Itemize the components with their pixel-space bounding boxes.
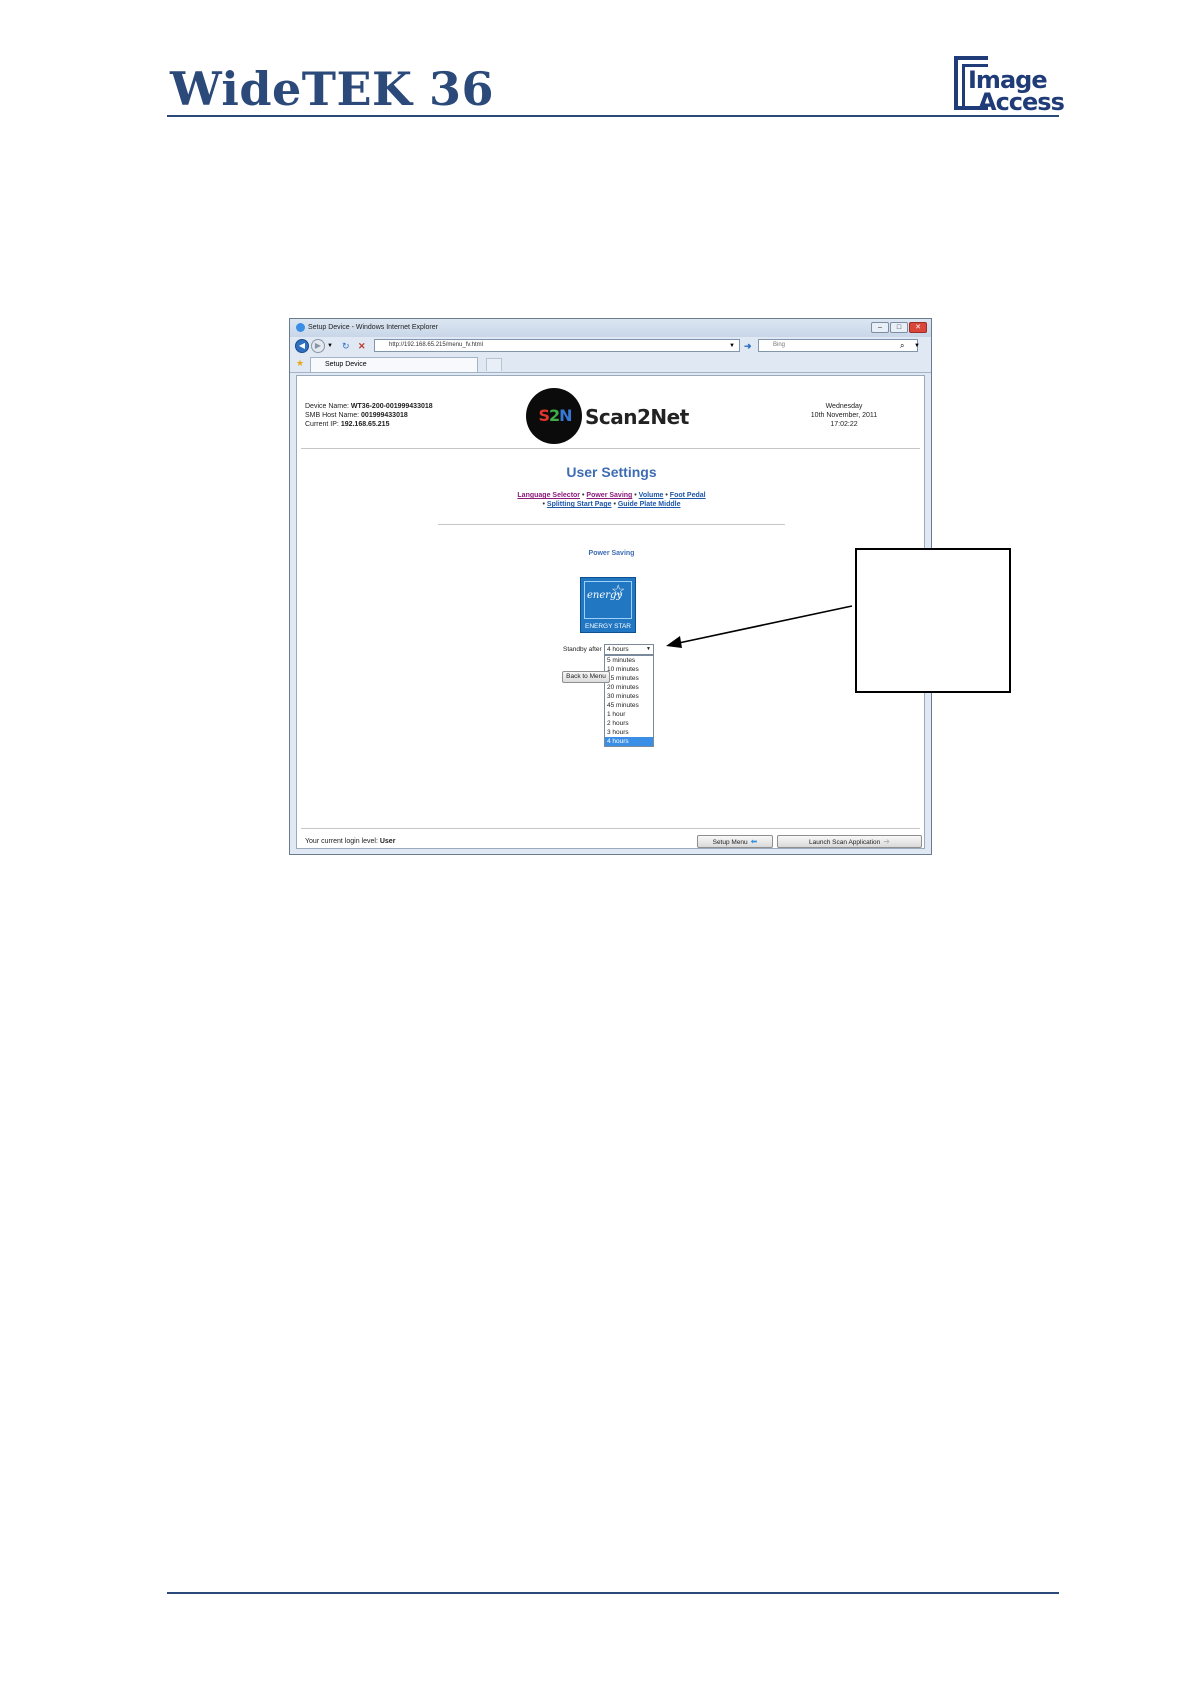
stop-icon[interactable]: ✕: [358, 341, 366, 351]
maximize-button[interactable]: □: [890, 322, 908, 333]
link-separator: •: [542, 501, 545, 508]
link-foot-pedal[interactable]: Foot Pedal: [670, 492, 706, 499]
footer-rule: [167, 1592, 1059, 1594]
link-power-saving[interactable]: Power Saving: [586, 492, 632, 499]
address-dropdown-icon[interactable]: ▼: [729, 341, 735, 351]
header-rule: [167, 115, 1059, 117]
callout-arrow-icon: [666, 605, 853, 648]
scan2net-wordmark: Scan2Net: [585, 405, 689, 429]
logo-text-access: Access: [978, 88, 1065, 116]
date-block: Wednesday 10th November, 2011 17:02:22: [799, 402, 889, 429]
setup-menu-button[interactable]: Setup Menu ⬅: [697, 835, 773, 848]
dropdown-option[interactable]: 2 hours: [605, 719, 653, 728]
dropdown-option[interactable]: 45 minutes: [605, 701, 653, 710]
tab-setup-device[interactable]: Setup Device: [310, 357, 478, 372]
device-name-label: Device Name:: [305, 403, 349, 410]
go-arrow-icon[interactable]: ➜: [744, 341, 752, 351]
ie-icon: [296, 323, 305, 332]
login-level: Your current login level: User: [305, 838, 395, 845]
dropdown-option[interactable]: 1 hour: [605, 710, 653, 719]
energy-star-logo: energy ☆ ENERGY STAR: [580, 577, 636, 633]
dropdown-option[interactable]: 20 minutes: [605, 683, 653, 692]
date-value: 10th November, 2011: [810, 412, 878, 419]
forward-arrow-icon[interactable]: ▶: [311, 339, 325, 353]
link-separator: •: [582, 492, 585, 499]
launch-scan-label: Launch Scan Application: [809, 839, 881, 846]
link-separator: •: [665, 492, 668, 499]
link-language-selector[interactable]: Language Selector: [517, 492, 580, 499]
tab-label: Setup Device: [325, 361, 367, 368]
callout-box: [855, 548, 1011, 693]
back-arrow-icon[interactable]: ◀: [295, 339, 309, 353]
image-access-logo: Image Access: [954, 56, 1065, 116]
dropdown-option[interactable]: 15 minutes: [605, 674, 653, 683]
history-dropdown-icon[interactable]: ▼: [327, 341, 333, 351]
document-title: WideTEK 36: [170, 62, 495, 116]
forward-arrow-icon: ➔: [883, 837, 890, 846]
login-label: Your current login level:: [305, 838, 378, 845]
device-info: Device Name: WT36-200-001999433018 SMB H…: [305, 402, 433, 429]
new-tab-button[interactable]: [486, 358, 502, 371]
settings-links: Language Selector • Power Saving • Volum…: [297, 491, 926, 509]
login-value: User: [379, 838, 396, 845]
dropdown-option[interactable]: 5 minutes: [605, 656, 653, 665]
energy-star-label: ENERGY STAR: [585, 623, 631, 630]
link-volume[interactable]: Volume: [639, 492, 664, 499]
standby-select[interactable]: 4 hours ▼: [604, 644, 654, 655]
link-separator: •: [634, 492, 637, 499]
smb-host-value: 001999433018: [361, 412, 408, 419]
close-button[interactable]: ✕: [909, 322, 927, 333]
footer-divider: [301, 828, 920, 829]
search-box[interactable]: Bing: [758, 339, 918, 352]
weekday: Wednesday: [825, 403, 863, 410]
standby-selected-value: 4 hours: [607, 646, 629, 653]
dropdown-option[interactable]: 30 minutes: [605, 692, 653, 701]
favorites-star-icon[interactable]: ★: [296, 358, 304, 368]
scan2net-logo: S2N Scan2Net: [526, 388, 689, 444]
browser-window: Setup Device - Windows Internet Explorer…: [289, 318, 932, 855]
standby-label: Standby after: [563, 646, 602, 653]
link-splitting-start-page[interactable]: Splitting Start Page: [547, 501, 612, 508]
scan2net-mark: S2N: [538, 406, 572, 425]
link-separator: •: [613, 501, 616, 508]
search-options-icon[interactable]: ▼: [914, 341, 920, 351]
browser-tabbar: ★ Setup Device: [290, 355, 931, 373]
energy-star-icon: ☆: [611, 583, 626, 600]
address-bar[interactable]: http://192.168.65.215/menu_fv.html: [374, 339, 740, 352]
device-name-value: WT36-200-001999433018: [350, 403, 433, 410]
search-placeholder: Bing: [773, 342, 786, 348]
chevron-down-icon: ▼: [646, 646, 651, 652]
section-divider: [438, 524, 785, 525]
minimize-button[interactable]: –: [871, 322, 889, 333]
setup-menu-label: Setup Menu: [712, 839, 748, 846]
time-value: 17:02:22: [830, 421, 858, 428]
page-heading: User Settings: [566, 464, 657, 480]
link-guide-plate-middle[interactable]: Guide Plate Middle: [618, 501, 681, 508]
back-arrow-icon: ⬅: [750, 837, 758, 846]
window-title: Setup Device - Windows Internet Explorer: [308, 324, 438, 331]
browser-navbar: ◀ ▶ ▼ ↻ ✕ http://192.168.65.215/menu_fv.…: [290, 337, 931, 355]
search-icon[interactable]: ⌕: [900, 341, 904, 351]
current-ip-value: 192.168.65.215: [340, 421, 390, 428]
smb-host-label: SMB Host Name:: [305, 412, 360, 419]
section-title: Power Saving: [588, 550, 635, 557]
header-divider: [301, 448, 920, 449]
dropdown-option[interactable]: 3 hours: [605, 728, 653, 737]
launch-scan-button[interactable]: Launch Scan Application ➔: [777, 835, 922, 848]
dropdown-option[interactable]: 10 minutes: [605, 665, 653, 674]
standby-dropdown: 5 minutes 10 minutes 15 minutes 20 minut…: [604, 655, 654, 747]
address-text: http://192.168.65.215/menu_fv.html: [389, 342, 483, 348]
current-ip-label: Current IP:: [305, 421, 339, 428]
browser-titlebar: Setup Device - Windows Internet Explorer…: [290, 319, 931, 337]
dropdown-option-selected[interactable]: 4 hours: [605, 737, 653, 746]
back-to-menu-button[interactable]: Back to Menu: [562, 671, 610, 683]
refresh-icon[interactable]: ↻: [342, 341, 350, 351]
